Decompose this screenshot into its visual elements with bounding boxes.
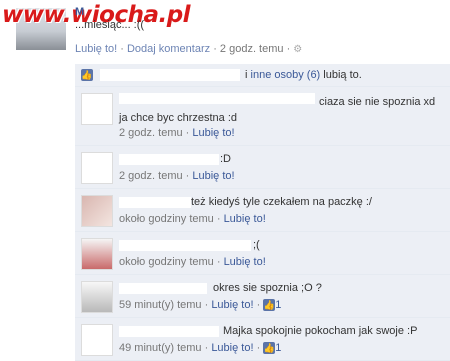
comment-text: :D [220,153,231,165]
redacted-name [119,154,219,165]
redacted-name [119,283,207,294]
comment: Majka spokojnie pokocham jak swoje :P 49… [75,318,450,361]
comment: też kiedyś tyle czekałem na paczkę :/ ok… [75,189,450,232]
thumbs-up-icon[interactable]: 👍 [263,299,276,312]
commenter-avatar[interactable] [81,281,113,313]
separator: · [210,43,220,55]
post-time[interactable]: 2 godz. temu [220,43,284,55]
comment-text: okres sie spoznia ;O ? [213,282,322,294]
comment-meta: 2 godz. temu · Lubię to! [119,127,235,139]
comment-time[interactable]: 2 godz. temu [119,127,183,139]
comment-time[interactable]: około godziny temu [119,213,214,225]
comment-text: też kiedyś tyle czekałem na paczkę :/ [191,196,372,208]
likes-bar: 👍 i inne osoby (6) lubią to. [75,64,450,87]
comment-meta: 59 minut(y) temu · Lubię to! · 👍1 [119,299,282,312]
commenter-avatar[interactable] [81,195,113,227]
like-link[interactable]: Lubię to! [75,43,117,55]
comment-meta: 2 godz. temu · Lubię to! [119,170,235,182]
gear-icon[interactable]: ⚙ [293,44,302,55]
likes-text: i inne osoby (6) lubią to. [245,69,362,81]
comment: :D 2 godz. temu · Lubię to! [75,146,450,189]
others-link[interactable]: inne osoby (6) [251,69,321,81]
comment-text: ciaza sie nie spoznia xd ja chce byc chr… [119,96,436,124]
comment-time[interactable]: 2 godz. temu [119,170,183,182]
thumbs-up-icon: 👍 [81,69,93,81]
author-name[interactable]: M [75,6,84,18]
redacted-name [119,197,191,208]
comment: ;( około godziny temu · Lubię to! [75,232,450,275]
redacted-name [100,69,240,81]
comment-meta: około godziny temu · Lubię to! [119,213,266,225]
comment-like-link[interactable]: Lubię to! [192,127,234,139]
comment-time[interactable]: 59 minut(y) temu [119,299,202,311]
separator: · [283,43,294,55]
commenter-avatar[interactable] [81,93,113,125]
commenter-avatar[interactable] [81,152,113,184]
commenter-avatar[interactable] [81,324,113,356]
comment-time[interactable]: około godziny temu [119,256,214,268]
comment-meta: około godziny temu · Lubię to! [119,256,266,268]
thumbs-up-icon[interactable]: 👍 [263,342,276,355]
commenter-avatar[interactable] [81,238,113,270]
like-count[interactable]: 1 [275,299,281,311]
post: www.wiocha.pl M ...miesiąc... :(( Lubię … [0,0,450,62]
like-count[interactable]: 1 [275,342,281,354]
add-comment-link[interactable]: Dodaj komentarz [127,43,210,55]
comment-like-link[interactable]: Lubię to! [211,299,253,311]
likes-suffix: lubią to. [323,69,362,81]
comment-text: Majka spokojnie pokocham jak swoje :P [223,325,418,337]
comment-like-link[interactable]: Lubię to! [224,256,266,268]
separator: · [117,43,127,55]
comment-like-link[interactable]: Lubię to! [211,342,253,354]
comment-like-link[interactable]: Lubię to! [224,213,266,225]
likes-prefix: i [245,69,248,81]
comment-time[interactable]: 49 minut(y) temu [119,342,202,354]
comment-text: ;( [253,239,260,251]
redacted-name [119,326,219,337]
post-meta: Lubię to! · Dodaj komentarz · 2 godz. te… [75,43,302,55]
comment: okres sie spoznia ;O ? 59 minut(y) temu … [75,275,450,318]
comment-like-link[interactable]: Lubię to! [192,170,234,182]
comment: ciaza sie nie spoznia xd ja chce byc chr… [75,87,450,146]
redacted-name [119,240,251,251]
post-text: ...miesiąc... :(( [75,19,145,31]
comment-meta: 49 minut(y) temu · Lubię to! · 👍1 [119,342,282,355]
